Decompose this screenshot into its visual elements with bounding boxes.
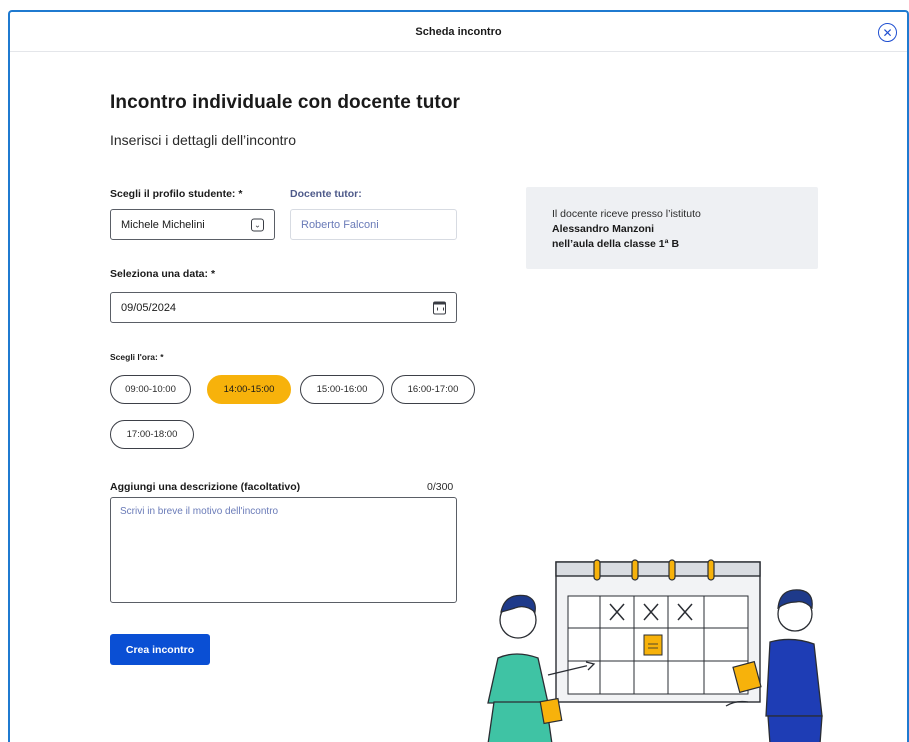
page-subtitle: Inserisci i dettagli dell’incontro <box>110 132 296 148</box>
time-slot-1700[interactable]: 17:00-18:00 <box>110 420 194 449</box>
date-value: 09/05/2024 <box>121 301 177 314</box>
time-label: Scegli l'ora: * <box>110 352 164 362</box>
calendar-icon[interactable] <box>433 301 446 314</box>
modal-header: Scheda incontro ✕ <box>10 12 907 52</box>
info-box: Il docente riceve presso l’istituto Ales… <box>526 187 818 269</box>
description-textarea[interactable]: Scrivi in breve il motivo dell'incontro <box>110 497 457 603</box>
time-slot-1600[interactable]: 16:00-17:00 <box>391 375 475 404</box>
time-slot-1400[interactable]: 14:00-15:00 <box>207 375 291 404</box>
info-line-1: Il docente riceve presso l’istituto <box>552 208 701 220</box>
info-classroom: nell’aula della classe 1ª B <box>552 238 680 250</box>
tutor-label: Docente tutor: <box>290 188 362 200</box>
date-label: Seleziona una data: * <box>110 268 216 280</box>
chevron-down-icon: ⌄ <box>251 218 264 231</box>
time-slot-0900[interactable]: 09:00-10:00 <box>110 375 191 404</box>
info-school: Alessandro Manzoni <box>552 223 655 235</box>
time-slot-1500[interactable]: 15:00-16:00 <box>300 375 384 404</box>
description-label: Aggiungi una descrizione (facoltativo) <box>110 481 301 493</box>
student-select[interactable]: Michele Michelini ⌄ <box>110 209 275 240</box>
calendar-illustration <box>555 559 761 703</box>
tutor-value: Roberto Falconi <box>301 218 379 231</box>
close-icon[interactable]: ✕ <box>878 23 897 42</box>
date-input[interactable]: 09/05/2024 <box>110 292 457 323</box>
description-counter: 0/300 <box>427 481 454 493</box>
student-label: Scegli il profilo studente: * <box>110 188 243 200</box>
page-title: Incontro individuale con docente tutor <box>110 92 461 113</box>
create-meeting-button[interactable]: Crea incontro <box>110 634 210 665</box>
tutor-field: Roberto Falconi <box>290 209 457 240</box>
modal-window: Scheda incontro ✕ Incontro individuale c… <box>8 10 909 742</box>
meeting-illustration <box>487 559 823 742</box>
modal-title: Scheda incontro <box>415 25 502 38</box>
student-select-value: Michele Michelini <box>121 218 205 231</box>
